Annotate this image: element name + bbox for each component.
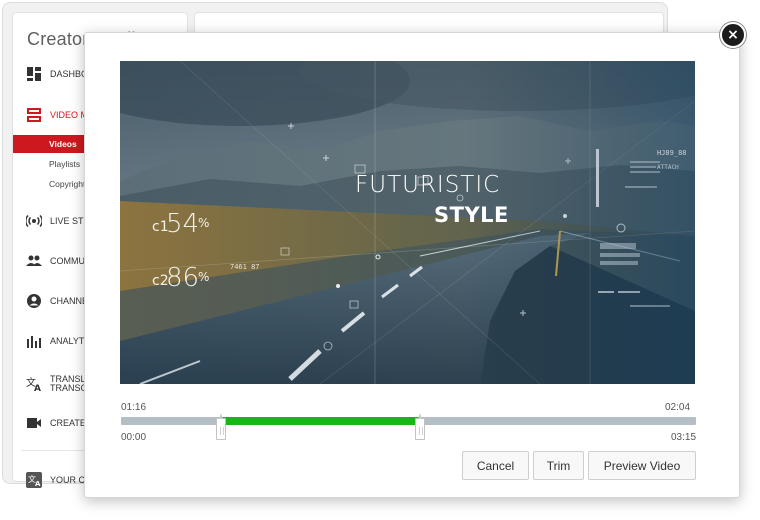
selection-start-time: 01:16 [121, 402, 147, 413]
overlay-c2-percent: % [198, 270, 209, 284]
preview-video-button[interactable]: Preview Video [588, 451, 696, 480]
trim-timeline-track[interactable] [121, 417, 696, 425]
channel-icon [26, 293, 42, 309]
selection-end-time: 02:04 [665, 402, 691, 413]
trim-selection-range [222, 417, 420, 425]
cancel-button[interactable]: Cancel [462, 451, 529, 480]
timeline-min-time: 00:00 [121, 432, 147, 443]
overlay-code: 7461 87 [230, 263, 260, 271]
live-icon [25, 213, 43, 229]
translate-icon: 文A [26, 376, 42, 394]
trim-end-handle[interactable] [415, 413, 426, 440]
video-preview[interactable]: FUTURISTIC STYLE c1 54 % c2 86 % 7461 87… [120, 61, 695, 384]
camera-icon [26, 415, 42, 431]
timeline-max-time: 03:15 [671, 432, 697, 443]
svg-text:A: A [34, 384, 41, 392]
svg-text:A: A [35, 480, 41, 488]
trim-button[interactable]: Trim [533, 451, 584, 480]
overlay-hud-sub: ATTACH [657, 164, 679, 171]
overlay-c1-value: 54 [166, 209, 199, 239]
video-thumbnail-illustration: FUTURISTIC STYLE c1 54 % c2 86 % 7461 87… [120, 61, 695, 384]
video-title-line1: FUTURISTIC [355, 172, 500, 198]
analytics-icon [26, 333, 42, 349]
translate-small-icon: 文A [26, 472, 42, 488]
trim-start-handle[interactable] [216, 413, 227, 440]
dashboard-icon [26, 66, 42, 82]
community-icon [26, 253, 42, 269]
sidebar-item-label: CREATE [50, 418, 86, 428]
video-title-line2: STYLE [434, 203, 509, 227]
overlay-c2-value: 86 [166, 263, 199, 293]
overlay-hud-title: HJ89_88 [657, 149, 687, 157]
overlay-c1-percent: % [198, 216, 209, 230]
close-icon[interactable]: × [720, 22, 746, 48]
video-manager-icon [26, 107, 42, 123]
